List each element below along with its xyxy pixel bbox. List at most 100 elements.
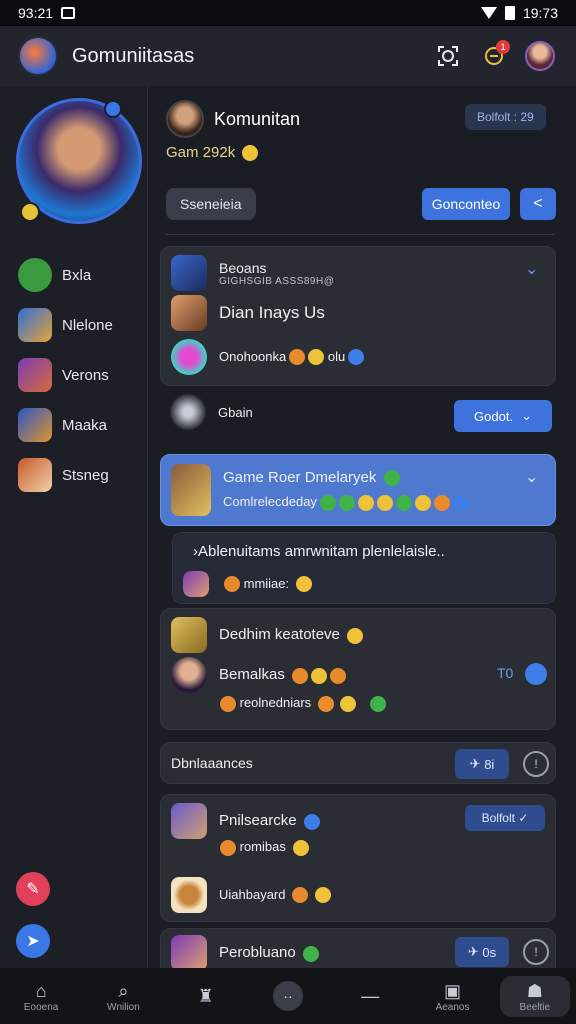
profile-row: Komunitan [166, 100, 300, 138]
emoji-icon [376, 494, 393, 511]
nav-search[interactable]: ⌕ Wnilion [88, 980, 158, 1013]
nav-center[interactable]: ·· [253, 981, 323, 1011]
emoji-icon [338, 494, 355, 511]
chevron-down-icon[interactable]: ⌄ [525, 259, 538, 279]
card-pill-button[interactable]: ✈ 0s [455, 937, 509, 967]
wifi-icon [480, 7, 497, 19]
nav-areas[interactable]: ▣ Aeanos [418, 980, 488, 1013]
emoji-icon [357, 494, 374, 511]
feed-card[interactable]: Beoans GIGHSGIB ASSS89H@ ⌄ Dian Inays Us… [160, 246, 556, 386]
rank-badge-icon [20, 202, 40, 222]
profile-avatar[interactable] [166, 100, 204, 138]
game-thumb-icon [171, 935, 207, 968]
emoji-icon [314, 887, 331, 904]
scan-icon[interactable] [430, 38, 466, 74]
card-row-text: Dedhim keatoteve [219, 626, 364, 644]
send-fab-icon[interactable]: ➤ [16, 924, 50, 958]
card-pill-button[interactable]: Bolfolt ✓ [465, 805, 545, 831]
game-thumb-icon [171, 339, 207, 375]
emoji-icon [292, 667, 309, 684]
emoji-icon [289, 349, 306, 366]
notice-card[interactable]: ›Ablenuitams amrwnitam plenlelaisle.. mm… [172, 532, 556, 604]
grey-action-button[interactable]: Sseneieia [166, 188, 256, 220]
sidebar-item-nlelone[interactable]: Nlelone [18, 300, 144, 350]
sidebar-thumb-icon [18, 408, 52, 442]
card-subtitle: GIGHSGIB ASSS89H@ [219, 275, 335, 287]
emoji-icon [317, 695, 334, 712]
card-row: Bemalkas [171, 657, 347, 693]
card-row-text-tail: olu [327, 348, 346, 364]
sidebar-thumb-icon [18, 258, 52, 292]
user-avatar[interactable] [522, 38, 558, 74]
nav-label: Wnilion [107, 1001, 140, 1013]
up-arrow-icon [383, 470, 400, 487]
emoji-icon [308, 349, 325, 366]
nav-home[interactable]: ⌂ Eooena [6, 980, 76, 1013]
profile-sub: Gam 292k [166, 144, 259, 162]
sidebar-item-maaka[interactable]: Maaka [18, 400, 144, 450]
section-header[interactable]: Dbnlaaances ✈ 8i ! [160, 742, 556, 784]
feed-card[interactable]: Dedhim keatoteve Bemalkas T0 reolnedniar… [160, 608, 556, 730]
emoji-icon [414, 494, 431, 511]
app-title: Gomuniitasas [72, 44, 195, 67]
card-row: Perobluano [171, 935, 319, 968]
minus-icon: — [361, 986, 380, 1006]
share-button[interactable]: < [520, 188, 556, 220]
game-thumb-icon [171, 617, 207, 653]
sidebar-thumb-icon [18, 358, 52, 392]
emoji-icon [330, 667, 347, 684]
card-row: Dian Inays Us [171, 295, 325, 331]
emoji-icon [311, 667, 328, 684]
gbain-row: Gbain [170, 394, 253, 430]
notification-badge: 1 [496, 40, 510, 54]
highlight-sub-text: Comlrelecdeday [223, 494, 317, 510]
nav-profile[interactable]: ☗ Beeltie [499, 975, 570, 1017]
info-icon[interactable]: ! [523, 751, 549, 777]
sidebar-item-label: Nlelone [62, 316, 113, 334]
sidebar-item-bxla[interactable]: Bxla [18, 250, 144, 300]
nav-build[interactable]: ♜ [171, 985, 241, 1007]
photo-icon: ▣ [444, 980, 462, 1001]
sidebar-item-stsneg[interactable]: Stsneg [18, 450, 144, 500]
highlight-title-text: Game Roer Dmelaryek [223, 469, 377, 487]
gbain-dropdown-button[interactable]: Godot. ⌄ [454, 400, 552, 432]
info-icon[interactable]: ! [523, 939, 549, 965]
sidebar-item-label: Verons [62, 366, 109, 384]
card-row: Dedhim keatoteve [171, 617, 364, 653]
card-row-text-main: romibas [239, 839, 286, 854]
warning-icon [292, 839, 309, 856]
feed-card[interactable]: Perobluano ✈ 0s ! [160, 928, 556, 968]
section-pill-label: 8i [484, 756, 495, 772]
warning-icon [295, 576, 312, 593]
emoji-icon [319, 494, 336, 511]
sidebar-item-verons[interactable]: Verons [18, 350, 144, 400]
card-row: Uiahbayard [171, 877, 331, 913]
pin-icon: ✈ [467, 944, 479, 959]
status-bar: 93:21 19:73 [0, 0, 576, 26]
nav-dash[interactable]: — [335, 985, 405, 1007]
notification-icon[interactable]: 1 [476, 38, 512, 74]
section-pill-button[interactable]: ✈ 8i [455, 749, 509, 779]
card-row-text-main: Dedhim keatoteve [219, 626, 340, 644]
online-badge-icon [104, 100, 122, 118]
sidebar-item-label: Stsneg [62, 466, 109, 484]
globe-icon[interactable] [525, 663, 547, 685]
section-label: Dbnlaaances [171, 755, 253, 771]
profile-icon: ☗ [526, 980, 543, 1001]
emoji-icon [220, 839, 236, 856]
search-icon: ⌕ [118, 980, 129, 1001]
card-row: reolnedniars [217, 695, 387, 712]
chat-fab-icon[interactable]: ✎ [16, 872, 50, 906]
card-row: Onohoonka olu [171, 339, 365, 375]
card-row-text-main: Uiahbayard [219, 886, 286, 902]
profile-pill[interactable]: Bolfolt : 29 [465, 104, 546, 130]
gbain-label: Gbain [218, 404, 253, 420]
feed-card[interactable]: Pnilsearcke Bolfolt ✓ romibas Uiahbayard [160, 794, 556, 922]
blue-action-button[interactable]: Gonconteo [422, 188, 510, 220]
main-content: Komunitan Bolfolt : 29 Gam 292k Sseneiei… [160, 86, 560, 968]
nav-label: Aeanos [435, 1001, 470, 1013]
chevron-down-icon[interactable]: ⌄ [525, 467, 538, 487]
card-row-text-main: Pnilsearcke [219, 812, 297, 830]
home-icon: ⌂ [35, 980, 47, 1001]
highlight-card[interactable]: Game Roer Dmelaryek Comlrelecdeday ⌄ [160, 454, 556, 526]
